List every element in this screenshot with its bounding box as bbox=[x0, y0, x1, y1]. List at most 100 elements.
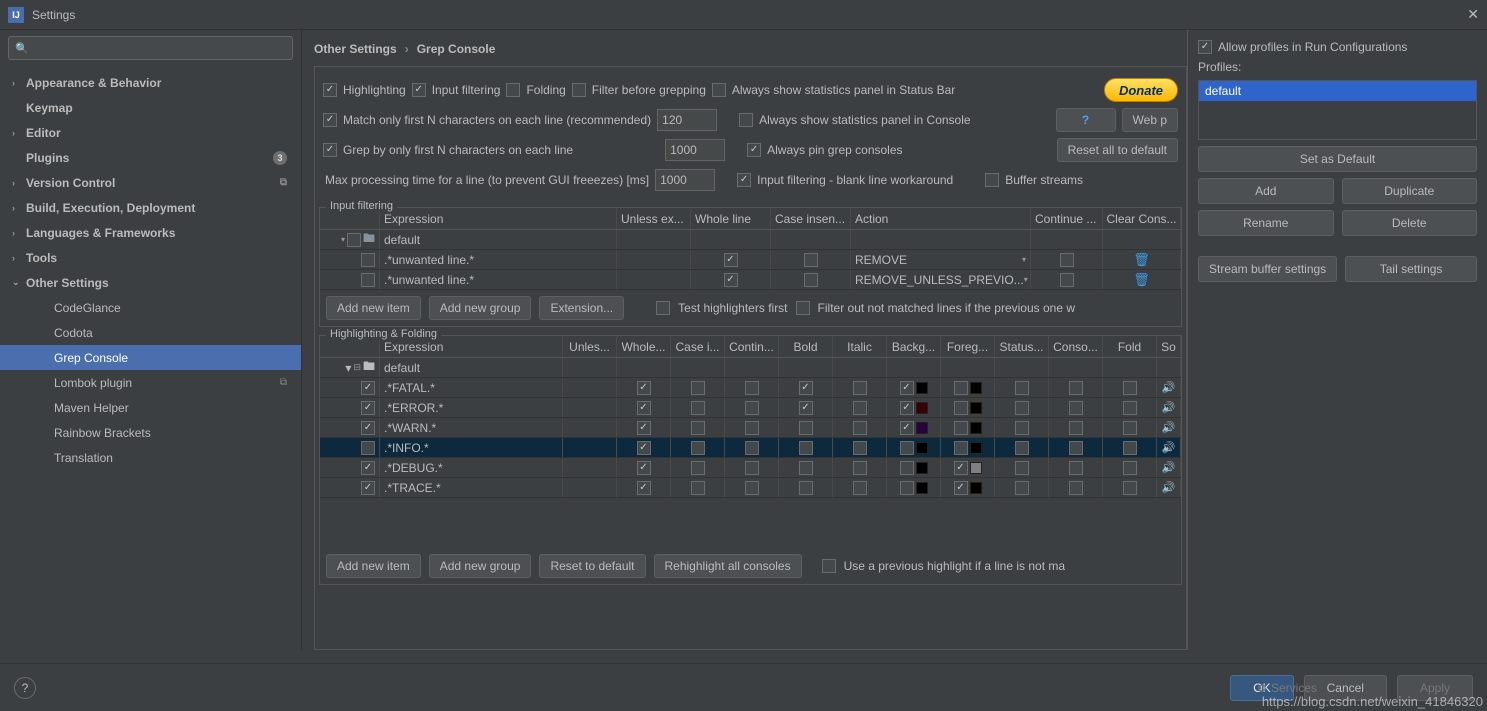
table-row[interactable]: .*ERROR.*🔊 bbox=[320, 398, 1181, 418]
delete-profile-button[interactable]: Delete bbox=[1342, 210, 1478, 236]
allow-profiles-checkbox[interactable] bbox=[1198, 40, 1212, 54]
checkbox[interactable] bbox=[1123, 441, 1137, 455]
table-row[interactable]: .*FATAL.*🔊 bbox=[320, 378, 1181, 398]
profile-item[interactable]: default bbox=[1199, 81, 1476, 101]
checkbox[interactable] bbox=[1123, 421, 1137, 435]
fg-checkbox[interactable] bbox=[954, 481, 968, 495]
row-enable-checkbox[interactable] bbox=[361, 253, 375, 267]
checkbox[interactable] bbox=[691, 441, 705, 455]
table-row[interactable]: .*unwanted line.*REMOVE_UNLESS_PREVIO...… bbox=[320, 270, 1181, 290]
checkbox[interactable] bbox=[637, 441, 651, 455]
chevron-right-icon[interactable]: › bbox=[12, 228, 26, 238]
add-item-button[interactable]: Add new item bbox=[326, 554, 421, 578]
checkbox[interactable] bbox=[691, 481, 705, 495]
rename-profile-button[interactable]: Rename bbox=[1198, 210, 1334, 236]
folding-checkbox[interactable] bbox=[506, 83, 520, 97]
row-enable-checkbox[interactable] bbox=[361, 381, 375, 395]
stats-bar-checkbox[interactable] bbox=[712, 83, 726, 97]
chevron-right-icon[interactable]: › bbox=[12, 203, 26, 213]
fg-checkbox[interactable] bbox=[954, 401, 968, 415]
checkbox[interactable] bbox=[799, 441, 813, 455]
breadcrumb-parent[interactable]: Other Settings bbox=[314, 42, 397, 56]
sidebar-item-tools[interactable]: ›Tools bbox=[0, 245, 301, 270]
profiles-list[interactable]: default bbox=[1198, 80, 1477, 140]
checkbox[interactable] bbox=[745, 461, 759, 475]
bg-checkbox[interactable] bbox=[900, 421, 914, 435]
checkbox[interactable] bbox=[1015, 481, 1029, 495]
row-expression[interactable]: .*FATAL.* bbox=[380, 378, 563, 397]
sidebar-item-keymap[interactable]: Keymap bbox=[0, 95, 301, 120]
col-case[interactable]: Case insen... bbox=[771, 208, 851, 229]
action-dropdown[interactable]: REMOVE_UNLESS_PREVIO...▾ bbox=[851, 270, 1031, 289]
bg-swatch[interactable] bbox=[916, 382, 928, 394]
sidebar-item-appearance-behavior[interactable]: ›Appearance & Behavior bbox=[0, 70, 301, 95]
sound-icon[interactable]: 🔊 bbox=[1162, 461, 1176, 474]
row-expression[interactable]: .*DEBUG.* bbox=[380, 458, 563, 477]
checkbox[interactable] bbox=[799, 461, 813, 475]
sidebar-item-plugins[interactable]: Plugins3 bbox=[0, 145, 301, 170]
hcol-italic[interactable]: Italic bbox=[833, 336, 887, 357]
filter-out-checkbox[interactable] bbox=[796, 301, 810, 315]
donate-button[interactable]: Donate bbox=[1104, 78, 1178, 102]
bg-swatch[interactable] bbox=[916, 402, 928, 414]
table-row[interactable]: .*INFO.*🔊 bbox=[320, 438, 1181, 458]
checkbox[interactable] bbox=[1015, 381, 1029, 395]
sidebar-item-maven-helper[interactable]: Maven Helper bbox=[0, 395, 301, 420]
row-enable-checkbox[interactable] bbox=[361, 461, 375, 475]
search-input[interactable] bbox=[33, 41, 286, 55]
checkbox[interactable] bbox=[1015, 461, 1029, 475]
buffer-streams-checkbox[interactable] bbox=[985, 173, 999, 187]
checkbox[interactable] bbox=[1069, 401, 1083, 415]
sidebar-item-codota[interactable]: Codota bbox=[0, 320, 301, 345]
sidebar-item-build-execution-deployment[interactable]: ›Build, Execution, Deployment bbox=[0, 195, 301, 220]
add-group-button[interactable]: Add new group bbox=[429, 554, 532, 578]
trash-icon[interactable]: 🗑 bbox=[1133, 252, 1150, 268]
chevron-right-icon[interactable]: › bbox=[12, 128, 26, 138]
reset-default-button[interactable]: Reset to default bbox=[539, 554, 645, 578]
checkbox[interactable] bbox=[637, 381, 651, 395]
hcol-console[interactable]: Conso... bbox=[1049, 336, 1103, 357]
fg-swatch[interactable] bbox=[970, 482, 982, 494]
checkbox[interactable] bbox=[853, 481, 867, 495]
hcol-continue[interactable]: Contin... bbox=[725, 336, 779, 357]
checkbox[interactable] bbox=[1015, 441, 1029, 455]
hcol-case[interactable]: Case i... bbox=[671, 336, 725, 357]
hcol-whole[interactable]: Whole... bbox=[617, 336, 671, 357]
checkbox[interactable] bbox=[637, 461, 651, 475]
row-enable-checkbox[interactable] bbox=[361, 481, 375, 495]
add-item-button[interactable]: Add new item bbox=[326, 296, 421, 320]
checkbox[interactable] bbox=[1069, 461, 1083, 475]
checkbox[interactable] bbox=[853, 381, 867, 395]
fg-checkbox[interactable] bbox=[954, 461, 968, 475]
sidebar-item-other-settings[interactable]: ⌄Other Settings bbox=[0, 270, 301, 295]
tail-settings-button[interactable]: Tail settings bbox=[1345, 256, 1477, 282]
chevron-down-icon[interactable]: ▾ bbox=[341, 235, 345, 244]
sidebar-item-languages-frameworks[interactable]: ›Languages & Frameworks bbox=[0, 220, 301, 245]
duplicate-profile-button[interactable]: Duplicate bbox=[1342, 178, 1478, 204]
max-processing-input[interactable] bbox=[655, 169, 715, 191]
checkbox[interactable] bbox=[745, 441, 759, 455]
fg-checkbox[interactable] bbox=[954, 441, 968, 455]
checkbox[interactable] bbox=[691, 401, 705, 415]
fg-swatch[interactable] bbox=[970, 442, 982, 454]
table-row[interactable]: .*DEBUG.* 🔊 bbox=[320, 458, 1181, 478]
bg-swatch[interactable] bbox=[916, 442, 928, 454]
stream-buffer-button[interactable]: Stream buffer settings bbox=[1198, 256, 1337, 282]
row-expression[interactable]: .*TRACE.* bbox=[380, 478, 563, 497]
stats-console-checkbox[interactable] bbox=[739, 113, 753, 127]
test-highlighters-checkbox[interactable] bbox=[656, 301, 670, 315]
col-action[interactable]: Action bbox=[851, 208, 1031, 229]
bg-checkbox[interactable] bbox=[900, 461, 914, 475]
action-dropdown[interactable]: REMOVE▾ bbox=[851, 250, 1031, 269]
search-box[interactable]: 🔍 bbox=[8, 36, 293, 60]
continue-checkbox[interactable] bbox=[1060, 273, 1074, 287]
sidebar-item-lombok-plugin[interactable]: Lombok plugin⧉ bbox=[0, 370, 301, 395]
checkbox[interactable] bbox=[637, 481, 651, 495]
fg-swatch[interactable] bbox=[970, 422, 982, 434]
add-group-button[interactable]: Add new group bbox=[429, 296, 532, 320]
sound-icon[interactable]: 🔊 bbox=[1162, 441, 1176, 454]
group-checkbox[interactable] bbox=[347, 233, 361, 247]
chevron-right-icon[interactable]: › bbox=[12, 178, 26, 188]
rehighlight-button[interactable]: Rehighlight all consoles bbox=[654, 554, 802, 578]
bg-checkbox[interactable] bbox=[900, 441, 914, 455]
